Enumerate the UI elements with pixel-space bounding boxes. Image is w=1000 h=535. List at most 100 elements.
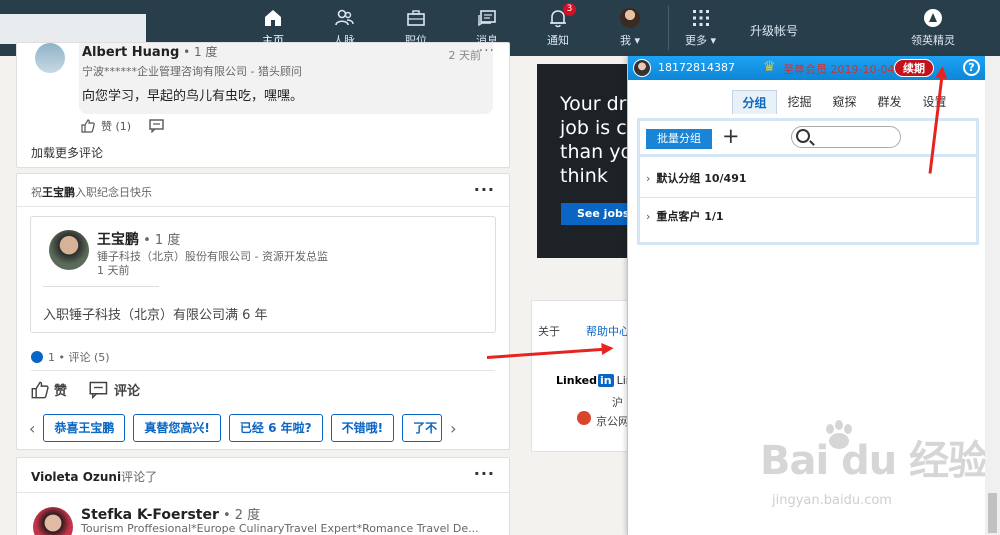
- nav-divider: [668, 6, 669, 50]
- comment-author-headline: 宁波******企业管理咨询有限公司 - 猎头顾问: [82, 65, 302, 78]
- comment-actions: 赞 (1): [81, 118, 165, 134]
- tab-peek[interactable]: 窥探: [822, 90, 867, 114]
- comment-time: 2 天前: [448, 49, 482, 62]
- like-label: 赞: [54, 384, 68, 399]
- comment-label: 评论: [114, 384, 141, 399]
- network-icon: [335, 9, 354, 26]
- tab-groups[interactable]: 分组: [732, 90, 777, 114]
- chevron-left-icon[interactable]: ‹: [29, 419, 35, 438]
- bell-icon: 3: [548, 3, 576, 28]
- upgrade-account-link[interactable]: 升级帐号: [750, 22, 798, 39]
- post-author-avatar[interactable]: [33, 507, 73, 535]
- more-options-icon[interactable]: ···: [474, 180, 495, 199]
- post-header: Violeta Ozuni评论了: [31, 468, 157, 485]
- group-row[interactable]: › 默认分组 10/491: [640, 160, 976, 198]
- quick-reply-chips: ‹ 恭喜王宝鹏 真替您高兴! 已经 6 年啦? 不错哦! 了不 ›: [29, 414, 456, 442]
- notification-badge: 3: [563, 3, 576, 16]
- linkedin-wordmark: Linked: [556, 374, 597, 387]
- person-time: 1 天前: [97, 264, 130, 277]
- ad-text: Your dr job is cl than yo think: [560, 93, 632, 187]
- comment-text: 向您学习，早起的鸟儿有虫吃，嘿嘿。: [82, 89, 304, 104]
- see-jobs-button[interactable]: See jobs: [561, 203, 632, 225]
- comment-author[interactable]: Albert Huang • 1 度: [82, 43, 217, 60]
- post-author-degree: • 2 度: [218, 508, 261, 523]
- group-row[interactable]: › 重点客户 1/1: [640, 198, 976, 236]
- police-badge-icon: [577, 411, 591, 425]
- person-degree: • 1 度: [139, 233, 181, 248]
- icp-link[interactable]: 京公网: [596, 413, 629, 429]
- divider: [43, 286, 159, 287]
- comment-button[interactable]: 评论: [89, 380, 140, 399]
- anniversary-text: 入职锤子科技（北京）有限公司满 6 年: [43, 308, 268, 323]
- thumbs-up-icon[interactable]: [81, 119, 95, 133]
- quick-reply-chip[interactable]: 已经 6 年啦?: [228, 414, 323, 442]
- anniversary-prefix: 祝: [31, 186, 42, 199]
- feed-post-card: Violeta Ozuni评论了 ··· Stefka K-Foerster •…: [16, 457, 510, 535]
- plugin-launcher[interactable]: 领英精灵: [911, 0, 955, 56]
- anniversary-person-box[interactable]: 王宝鹏 • 1 度 锤子科技（北京）股份有限公司 - 资源开发总监 1 天前 入…: [30, 216, 496, 333]
- avatar: [620, 8, 641, 28]
- plugin-logo-icon: [924, 9, 942, 27]
- person-name-text: 王宝鹏: [97, 232, 139, 248]
- grid-icon: [692, 10, 709, 26]
- post-action: 评论了: [121, 470, 158, 484]
- search-input[interactable]: [0, 14, 146, 44]
- batch-group-button[interactable]: 批量分组: [646, 129, 712, 149]
- social-counts-text: 1 • 评论 (5): [48, 351, 110, 364]
- nav-me-label: 我 ▾: [620, 34, 641, 47]
- tab-broadcast[interactable]: 群发: [867, 90, 912, 114]
- comment-more-icon[interactable]: ···: [479, 43, 495, 59]
- quick-reply-chip[interactable]: 不错哦!: [330, 414, 395, 442]
- linkedin-in-mark: in: [597, 374, 614, 387]
- comment-like-count[interactable]: 赞 (1): [101, 118, 131, 134]
- person-headline: 锤子科技（北京）股份有限公司 - 资源开发总监: [97, 250, 328, 263]
- load-more-comments[interactable]: 加载更多评论: [31, 144, 103, 161]
- quick-reply-chip[interactable]: 恭喜王宝鹏: [43, 414, 126, 442]
- like-button[interactable]: 赞: [31, 380, 67, 399]
- about-link[interactable]: 关于: [538, 323, 560, 339]
- person-avatar[interactable]: [49, 230, 89, 270]
- job-ad[interactable]: Your dr job is cl than yo think See jobs: [537, 64, 632, 258]
- group-label: 重点客户 1/1: [656, 210, 724, 223]
- scrollbar[interactable]: [985, 56, 1000, 535]
- tab-mine[interactable]: 挖掘: [777, 90, 822, 114]
- add-group-icon[interactable]: +: [722, 124, 740, 148]
- nav-notifications[interactable]: 3 通知: [547, 0, 576, 56]
- quick-reply-chip[interactable]: 了不: [402, 414, 443, 442]
- help-center-link[interactable]: 帮助中心: [586, 323, 630, 339]
- person-name[interactable]: 王宝鹏 • 1 度: [97, 229, 180, 249]
- renew-button[interactable]: 续期: [894, 59, 934, 77]
- anniversary-suffix: 入职纪念日快乐: [75, 186, 152, 199]
- more-options-icon[interactable]: ···: [474, 464, 495, 483]
- nav-more[interactable]: 更多 ▾: [685, 0, 716, 56]
- post-author-headline: Tourism Proffesional*Europe CulinaryTrav…: [81, 522, 479, 535]
- plugin-avatar: [633, 59, 651, 77]
- search-icon: [796, 129, 810, 143]
- reply-icon[interactable]: [149, 119, 165, 133]
- quick-reply-chip[interactable]: 真替您高兴!: [133, 414, 221, 442]
- comment-avatar: [35, 43, 65, 73]
- plugin-header: 18172814387 ♛ 至尊会员 2019-10-04 续期 ?: [628, 56, 986, 80]
- crown-icon: ♛: [763, 59, 776, 75]
- chevron-right-icon[interactable]: ›: [450, 419, 456, 438]
- social-counts[interactable]: 1 • 评论 (5): [31, 349, 110, 365]
- help-icon[interactable]: ?: [963, 59, 980, 76]
- plugin-tabs: 分组 挖掘 窥探 群发 设置: [732, 90, 957, 114]
- post-actor[interactable]: Violeta Ozuni: [31, 470, 121, 484]
- group-label: 默认分组 10/491: [656, 172, 747, 185]
- anniversary-name[interactable]: 王宝鹏: [42, 186, 75, 199]
- scrollbar-thumb[interactable]: [988, 493, 997, 533]
- nav-me[interactable]: 我 ▾: [620, 0, 640, 56]
- tab-settings[interactable]: 设置: [912, 90, 957, 114]
- divider: [31, 370, 495, 371]
- comment-author-name: Albert Huang: [82, 45, 180, 60]
- thumbs-up-icon: [31, 381, 49, 398]
- anniversary-header: 祝王宝鹏入职纪念日快乐: [31, 184, 152, 200]
- shanghai-label: 沪: [612, 396, 623, 409]
- chevron-right-icon[interactable]: ›: [646, 160, 650, 198]
- post-author[interactable]: Stefka K-Foerster • 2 度: [81, 504, 260, 523]
- chevron-right-icon[interactable]: ›: [646, 198, 650, 236]
- group-search-input[interactable]: [791, 126, 901, 148]
- home-icon: [265, 10, 281, 26]
- post-author-name: Stefka K-Foerster: [81, 507, 219, 523]
